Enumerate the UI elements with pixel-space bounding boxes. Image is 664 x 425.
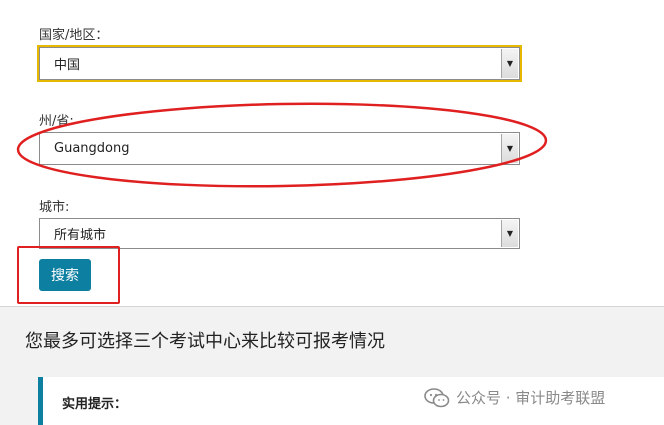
page-heading: 您最多可选择三个考试中心来比较可报考情况 [25, 331, 385, 352]
chevron-down-icon[interactable]: ▼ [501, 220, 518, 247]
state-select-value: Guangdong [54, 141, 130, 156]
watermark-text: 公众号 · 审计助考联盟 [456, 389, 606, 407]
country-select[interactable]: 中国 ▼ [37, 45, 522, 82]
chevron-down-icon[interactable]: ▼ [501, 49, 518, 78]
country-label: 国家/地区： [39, 28, 109, 43]
city-label: 城市: [39, 200, 70, 215]
search-form: 国家/地区： 中国 ▼ 州/省: Guangdong ▼ 城市: 所有城市 ▼ … [0, 0, 664, 306]
country-select-value: 中国 [54, 58, 81, 73]
state-label: 州/省: [39, 114, 74, 129]
state-select[interactable]: Guangdong ▼ [39, 132, 520, 165]
wechat-icon [424, 387, 450, 407]
city-select-value: 所有城市 [54, 228, 107, 243]
city-select[interactable]: 所有城市 ▼ [39, 218, 520, 249]
watermark: 公众号 · 审计助考联盟 [424, 387, 605, 408]
chevron-down-icon[interactable]: ▼ [501, 134, 518, 163]
tip-label: 实用提示： [62, 397, 128, 412]
search-button[interactable]: 搜索 [39, 259, 91, 291]
